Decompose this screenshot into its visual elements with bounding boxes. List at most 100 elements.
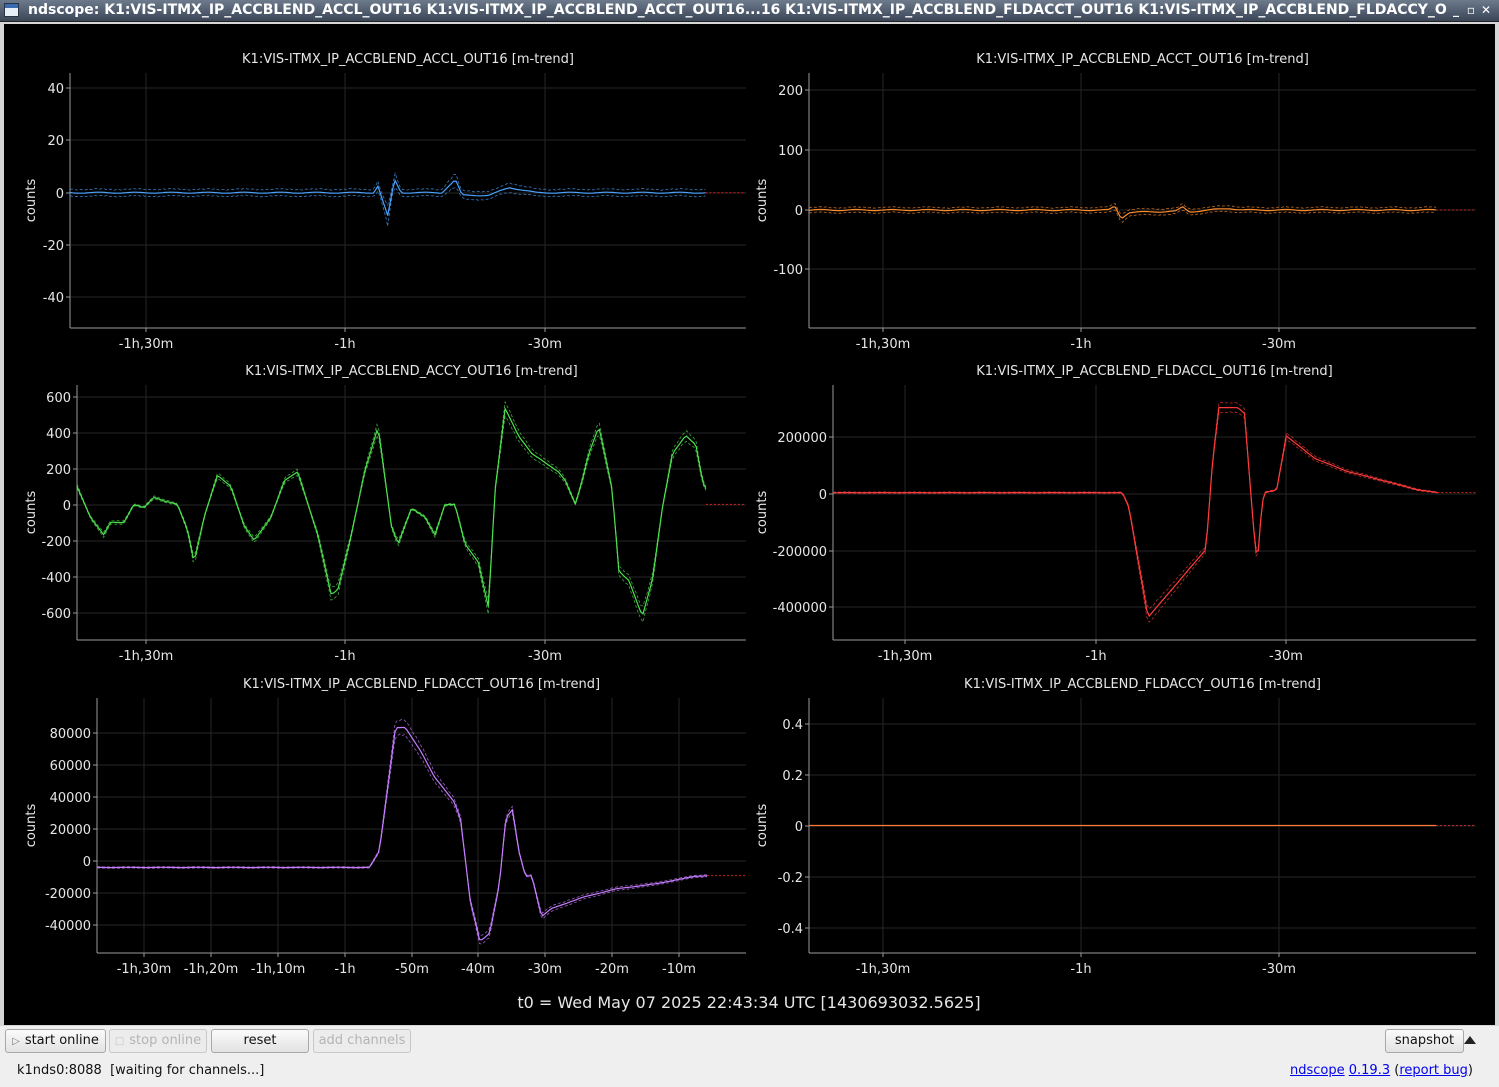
- minimize-icon[interactable]: _: [1449, 3, 1463, 18]
- plot-title: K1:VIS-ITMX_IP_ACCBLEND_ACCT_OUT16 [m-tr…: [976, 52, 1309, 67]
- x-tick-label: -10m: [662, 962, 696, 977]
- x-tick-label: -30m: [528, 337, 562, 352]
- app-window-icon[interactable]: [4, 3, 19, 17]
- reset-button[interactable]: reset: [211, 1029, 309, 1053]
- window-titlebar: ndscope: K1:VIS-ITMX_IP_ACCBLEND_ACCL_OU…: [0, 0, 1499, 22]
- plot-frame: [77, 385, 746, 640]
- y-tick-label: -100: [773, 263, 803, 278]
- maximize-icon[interactable]: ▫: [1464, 3, 1478, 18]
- y-tick-label: -0.4: [778, 922, 803, 937]
- plot-fldaccy[interactable]: K1:VIS-ITMX_IP_ACCBLEND_FLDACCY_OUT16 [m…: [755, 677, 1476, 977]
- x-tick-label: -1h,20m: [184, 962, 239, 977]
- y-tick-label: 0.2: [782, 769, 803, 784]
- x-tick-label: -1h,30m: [117, 962, 172, 977]
- plot-title: K1:VIS-ITMX_IP_ACCBLEND_ACCL_OUT16 [m-tr…: [242, 52, 574, 67]
- x-tick-label: -1h: [334, 337, 355, 352]
- x-tick-label: -1h: [1085, 649, 1106, 664]
- x-tick-label: -1h,10m: [251, 962, 306, 977]
- y-axis-label: counts: [755, 491, 770, 535]
- y-tick-label: 60000: [50, 759, 91, 774]
- play-icon: ▷: [12, 1036, 20, 1047]
- stop-online-label: stop online: [129, 1033, 202, 1048]
- y-tick-label: -20: [43, 239, 64, 254]
- plots-canvas[interactable]: K1:VIS-ITMX_IP_ACCBLEND_ACCL_OUT16 [m-tr…: [4, 24, 1495, 1025]
- y-tick-label: 0: [63, 499, 71, 514]
- plot-title: K1:VIS-ITMX_IP_ACCBLEND_FLDACCT_OUT16 [m…: [243, 677, 600, 692]
- plot-fldacct[interactable]: K1:VIS-ITMX_IP_ACCBLEND_FLDACCT_OUT16 [m…: [24, 677, 746, 977]
- x-tick-label: -30m: [1262, 962, 1296, 977]
- ndscope-link[interactable]: ndscope: [1290, 1063, 1345, 1078]
- y-tick-label: -40000: [45, 919, 91, 934]
- status-message: [waiting for channels...]: [110, 1063, 265, 1078]
- y-axis-label: counts: [24, 179, 39, 223]
- y-tick-label: 20000: [50, 823, 91, 838]
- plot-fldaccl[interactable]: K1:VIS-ITMX_IP_ACCBLEND_FLDACCL_OUT16 [m…: [755, 364, 1476, 664]
- y-axis-label: counts: [24, 491, 39, 535]
- plot-accy[interactable]: K1:VIS-ITMX_IP_ACCBLEND_ACCY_OUT16 [m-tr…: [24, 364, 746, 664]
- plot-acct[interactable]: K1:VIS-ITMX_IP_ACCBLEND_ACCT_OUT16 [m-tr…: [755, 52, 1476, 352]
- about-links: ndscope 0.19.3 (report bug): [1289, 1063, 1473, 1078]
- x-tick-label: -20m: [595, 962, 629, 977]
- plot-accl[interactable]: K1:VIS-ITMX_IP_ACCBLEND_ACCL_OUT16 [m-tr…: [24, 52, 746, 352]
- expand-up-icon[interactable]: [1464, 1036, 1476, 1044]
- start-online-button[interactable]: ▷ start online: [5, 1029, 106, 1053]
- plot-title: K1:VIS-ITMX_IP_ACCBLEND_FLDACCL_OUT16 [m…: [976, 364, 1332, 379]
- status-text: k1nds0:8088 [waiting for channels...]: [17, 1063, 264, 1078]
- y-tick-label: -20000: [45, 887, 91, 902]
- plot-frame: [97, 698, 746, 953]
- x-tick-label: -1h: [1070, 337, 1091, 352]
- y-tick-label: 20: [47, 134, 64, 149]
- y-tick-label: 0: [56, 187, 64, 202]
- y-tick-label: 600: [46, 391, 71, 406]
- y-tick-label: -0.2: [778, 871, 803, 886]
- y-tick-label: -600: [41, 607, 71, 622]
- start-online-label: start online: [24, 1033, 99, 1048]
- y-tick-label: 0: [83, 855, 91, 870]
- y-tick-label: 200000: [777, 431, 827, 446]
- y-tick-label: -200000: [773, 545, 827, 560]
- scope-plot-area[interactable]: K1:VIS-ITMX_IP_ACCBLEND_ACCL_OUT16 [m-tr…: [4, 24, 1495, 1025]
- y-tick-label: -400: [41, 571, 71, 586]
- stop-icon: □: [114, 1036, 125, 1047]
- x-tick-label: -1h: [1070, 962, 1091, 977]
- plot-frame: [833, 385, 1476, 640]
- y-tick-label: 100: [778, 144, 803, 159]
- close-icon[interactable]: ✕: [1479, 3, 1493, 18]
- y-tick-label: 0: [795, 820, 803, 835]
- x-tick-label: -30m: [528, 962, 562, 977]
- y-tick-label: 200: [778, 84, 803, 99]
- add-channels-button[interactable]: add channels: [313, 1029, 411, 1053]
- x-tick-label: -1h: [334, 962, 355, 977]
- x-tick-label: -40m: [461, 962, 495, 977]
- y-tick-label: 200: [46, 463, 71, 478]
- window-title: ndscope: K1:VIS-ITMX_IP_ACCBLEND_ACCL_OU…: [28, 2, 1448, 18]
- x-tick-label: -1h,30m: [856, 337, 911, 352]
- x-tick-label: -1h: [334, 649, 355, 664]
- y-tick-label: 40000: [50, 791, 91, 806]
- y-tick-label: 400: [46, 427, 71, 442]
- x-tick-label: -50m: [395, 962, 429, 977]
- version-link[interactable]: 0.19.3: [1349, 1063, 1390, 1078]
- y-tick-label: -200: [41, 535, 71, 550]
- status-bar: k1nds0:8088 [waiting for channels...] nd…: [0, 1056, 1499, 1087]
- plot-title: K1:VIS-ITMX_IP_ACCBLEND_ACCY_OUT16 [m-tr…: [245, 364, 577, 379]
- x-tick-label: -1h,30m: [878, 649, 933, 664]
- report-bug-link[interactable]: report bug: [1399, 1063, 1468, 1078]
- y-tick-label: 0: [795, 204, 803, 219]
- toolbar: ▷ start online □ stop online reset add cha…: [0, 1026, 1499, 1056]
- x-tick-label: -1h,30m: [119, 649, 174, 664]
- t0-label: t0 = Wed May 07 2025 22:43:34 UTC [14306…: [517, 993, 980, 1012]
- plot-frame: [809, 73, 1476, 328]
- y-axis-label: counts: [755, 179, 770, 223]
- y-tick-label: 80000: [50, 727, 91, 742]
- y-axis-label: counts: [755, 804, 770, 848]
- x-tick-label: -30m: [1262, 337, 1296, 352]
- server-address: k1nds0:8088: [17, 1063, 102, 1078]
- y-tick-label: -400000: [773, 601, 827, 616]
- x-tick-label: -1h,30m: [119, 337, 174, 352]
- x-tick-label: -30m: [1269, 649, 1303, 664]
- snapshot-button[interactable]: snapshot: [1385, 1029, 1464, 1053]
- x-tick-label: -1h,30m: [856, 962, 911, 977]
- x-tick-label: -30m: [528, 649, 562, 664]
- stop-online-button[interactable]: □ stop online: [109, 1029, 207, 1053]
